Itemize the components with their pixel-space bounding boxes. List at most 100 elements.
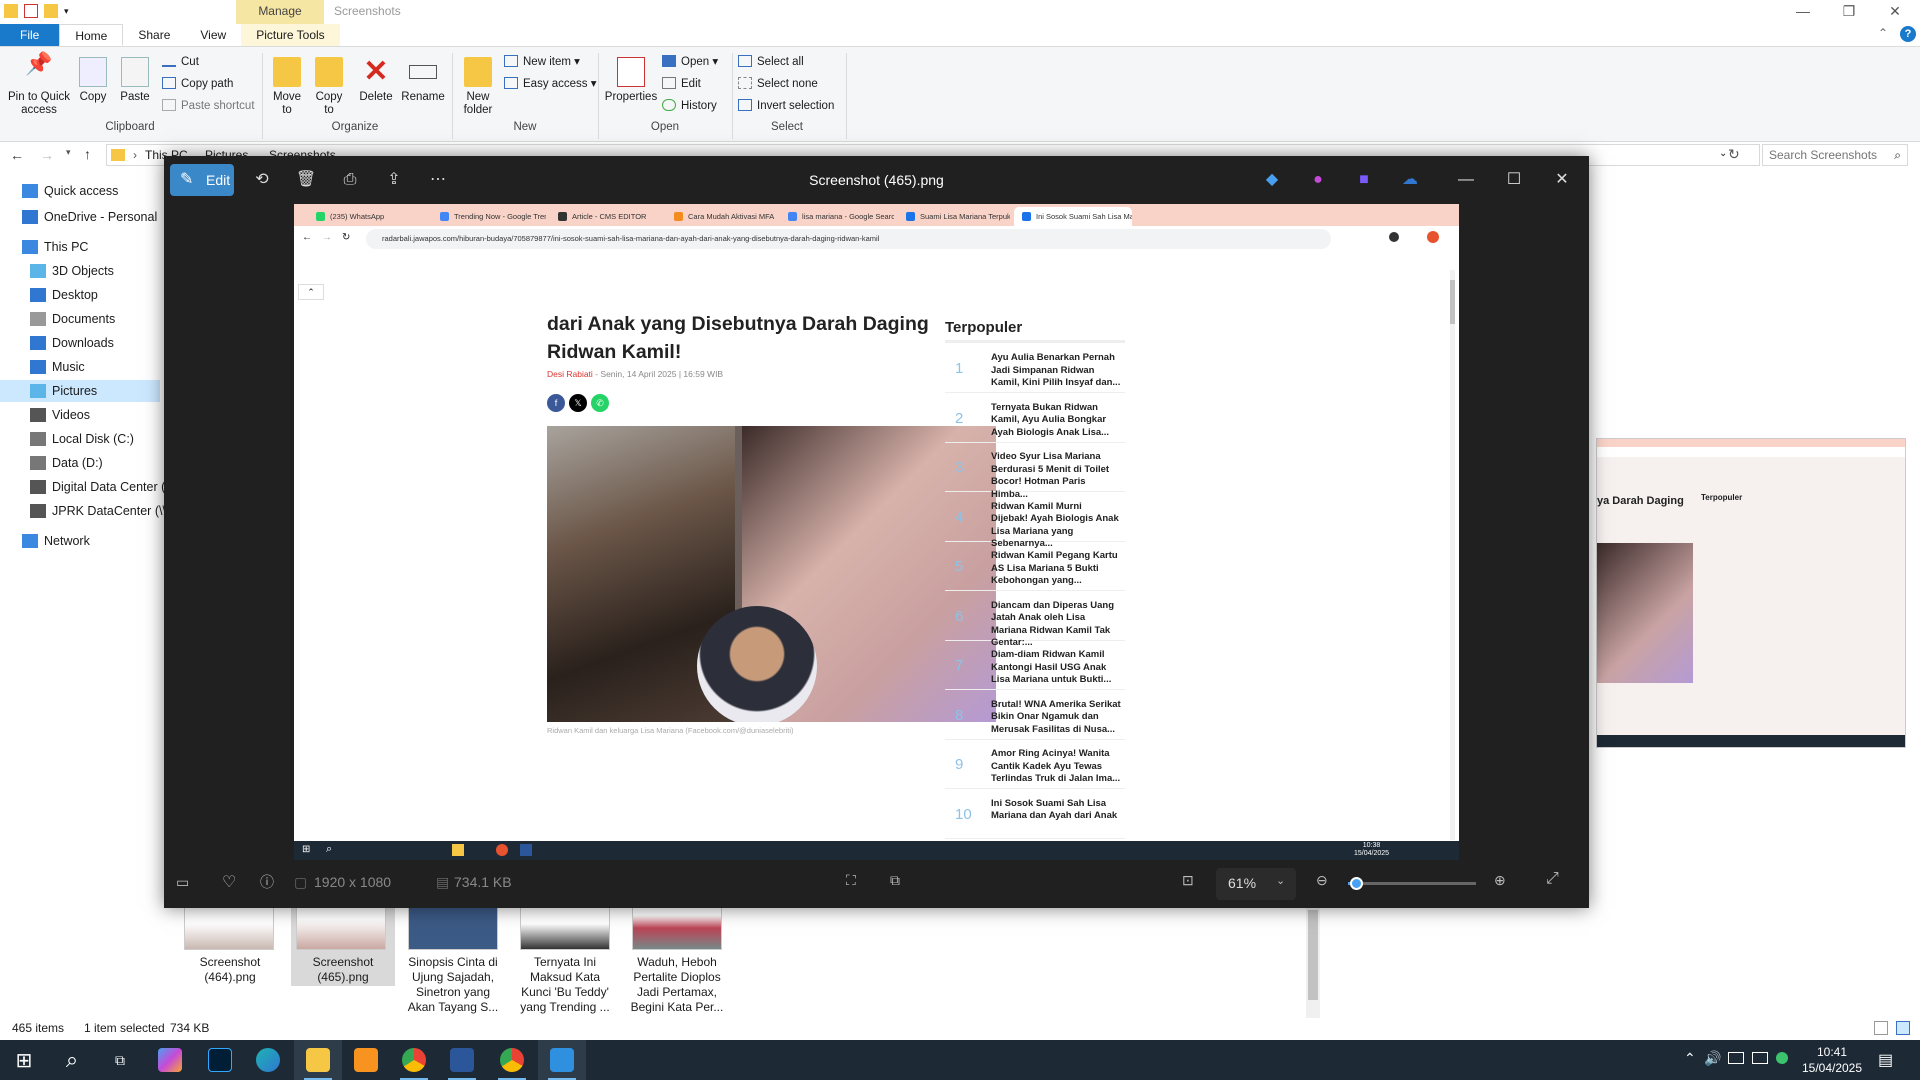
image-creator-icon[interactable]: ◆ [1256, 164, 1288, 196]
nav-item[interactable]: Desktop [0, 284, 160, 306]
help-icon[interactable]: ? [1900, 26, 1916, 42]
file-thumbnail[interactable] [408, 906, 498, 950]
qat-dropdown-icon[interactable]: ▾ [64, 4, 72, 18]
close-button[interactable]: ✕ [1872, 0, 1918, 24]
nav-item[interactable]: JPRK DataCenter (\\1 [0, 500, 173, 522]
paste-shortcut-button[interactable]: Paste shortcut [162, 97, 255, 115]
easy-access-button[interactable]: Easy access ▾ [504, 75, 597, 93]
paste-button[interactable]: Paste [118, 57, 152, 104]
recent-dropdown-icon[interactable]: ▾ [66, 147, 71, 158]
clock[interactable]: 10:41 15/04/2025 [1794, 1044, 1870, 1076]
volume-icon[interactable]: 🔊 [1704, 1050, 1721, 1067]
viewer-minimize-button[interactable]: — [1450, 164, 1482, 196]
maximize-button[interactable]: ❐ [1826, 0, 1872, 24]
visual-search-icon[interactable]: ⛶ [846, 872, 856, 889]
tab-file[interactable]: File [0, 24, 60, 46]
tab-view[interactable]: View [185, 24, 241, 46]
zoom-slider[interactable] [1348, 877, 1476, 890]
show-hidden-icons[interactable]: ⌃ [1684, 1050, 1696, 1067]
nav-item[interactable]: Pictures [0, 380, 160, 402]
scrollbar-thumb[interactable] [1308, 910, 1318, 1000]
new-item-button[interactable]: New item ▾ [504, 53, 580, 71]
display-icon[interactable] [1752, 1052, 1768, 1064]
file-name[interactable]: Waduh, Heboh Pertalite Dioplos Jadi Pert… [627, 955, 727, 1015]
nav-item[interactable]: Network [0, 530, 160, 552]
nav-item[interactable]: 3D Objects [0, 260, 160, 282]
copilot-button[interactable] [146, 1040, 194, 1080]
search-box[interactable]: ⌕ [1762, 144, 1908, 166]
context-tab-manage[interactable]: Manage [236, 0, 324, 24]
app-orange-button[interactable] [342, 1040, 390, 1080]
zoom-out-icon[interactable]: ⊖ [1316, 872, 1328, 889]
more-options-icon[interactable]: ⋯ [422, 164, 454, 196]
address-dropdown-icon[interactable]: ⌄ [1719, 148, 1727, 159]
large-icons-view-icon[interactable] [1896, 1021, 1910, 1035]
photos-button[interactable] [538, 1040, 586, 1080]
photoshop-button[interactable] [196, 1040, 244, 1080]
edge-button[interactable] [244, 1040, 292, 1080]
pin-quick-access-button[interactable]: 📌 Pin to Quick access [6, 53, 72, 117]
viewer-close-button[interactable]: ✕ [1546, 164, 1578, 196]
clipchamp-icon[interactable]: ■ [1348, 164, 1380, 196]
start-button[interactable]: ⊞ [0, 1040, 48, 1080]
rotate-icon[interactable]: ⟲ [246, 164, 278, 196]
new-folder-icon[interactable] [44, 4, 58, 18]
filmstrip-icon[interactable]: ▭ [176, 874, 189, 891]
invert-selection-button[interactable]: Invert selection [738, 97, 834, 115]
file-name[interactable]: Screenshot (464).png [180, 955, 280, 985]
nav-item[interactable]: Music [0, 356, 160, 378]
file-list-scrollbar[interactable] [1306, 908, 1320, 1018]
task-view-button[interactable]: ⧉ [96, 1040, 144, 1080]
print-icon[interactable]: ⎙ [334, 164, 366, 196]
chrome-button[interactable] [390, 1040, 438, 1080]
move-to-button[interactable]: Move to [270, 57, 304, 117]
nav-item[interactable]: OneDrive - Personal [0, 206, 160, 228]
file-name[interactable]: Sinopsis Cinta di Ujung Sajadah, Sinetro… [403, 955, 503, 1015]
select-all-button[interactable]: Select all [738, 53, 804, 71]
word-button[interactable] [438, 1040, 486, 1080]
forward-icon[interactable]: → [40, 147, 54, 163]
refresh-icon[interactable]: ↻ [1728, 146, 1740, 163]
copy-button[interactable]: Copy [76, 57, 110, 104]
file-info-icon[interactable]: ⓘ [260, 872, 274, 892]
select-none-button[interactable]: Select none [738, 75, 818, 93]
up-icon[interactable]: ↑ [84, 146, 91, 162]
file-name[interactable]: Ternyata Ini Maksud Kata Kunci 'Bu Teddy… [515, 955, 615, 1015]
zoom-slider-thumb[interactable] [1349, 877, 1363, 890]
edit-button[interactable]: ✎ Edit [170, 164, 234, 196]
edit-button[interactable]: Edit [662, 75, 701, 93]
rename-button[interactable]: Rename [400, 57, 446, 104]
properties-icon[interactable] [24, 4, 38, 18]
copy-to-button[interactable]: Copy to [312, 57, 346, 117]
nav-item[interactable]: Downloads [0, 332, 160, 354]
network-icon[interactable] [1728, 1052, 1744, 1064]
properties-button[interactable]: Properties [604, 57, 658, 104]
nav-item[interactable]: Digital Data Center (\ [0, 476, 169, 498]
history-button[interactable]: History [662, 97, 717, 115]
notifications-icon[interactable]: ▤ [1878, 1050, 1893, 1070]
copy-path-button[interactable]: Copy path [162, 75, 233, 93]
copy-text-icon[interactable]: ⧉ [890, 872, 900, 889]
file-name[interactable]: Screenshot (465).png [293, 955, 393, 985]
designer-icon[interactable]: ● [1302, 164, 1334, 196]
nav-item[interactable]: Data (D:) [0, 452, 160, 474]
cut-button[interactable]: Cut [162, 53, 199, 71]
delete-button[interactable]: ✕ Delete [356, 57, 396, 104]
nav-item[interactable]: This PC [0, 236, 160, 258]
file-thumbnail[interactable] [184, 906, 274, 950]
search-input[interactable] [1763, 145, 1883, 165]
open-button[interactable]: Open ▾ [662, 53, 718, 71]
tab-home[interactable]: Home [59, 24, 124, 46]
tab-picture-tools[interactable]: Picture Tools [241, 24, 340, 46]
back-icon[interactable]: ← [10, 147, 24, 163]
nav-item[interactable]: Videos [0, 404, 160, 426]
fullscreen-icon[interactable]: ⤢ [1546, 870, 1559, 888]
favorite-icon[interactable]: ♡ [222, 872, 236, 892]
nav-item[interactable]: Quick access [0, 180, 160, 202]
nav-item[interactable]: Documents [0, 308, 160, 330]
file-thumbnail[interactable] [296, 906, 386, 950]
chrome-profile-button[interactable] [488, 1040, 536, 1080]
actual-size-icon[interactable]: ⊡ [1182, 872, 1194, 889]
file-thumbnail[interactable] [520, 906, 610, 950]
search-button[interactable]: ⌕ [48, 1040, 96, 1080]
